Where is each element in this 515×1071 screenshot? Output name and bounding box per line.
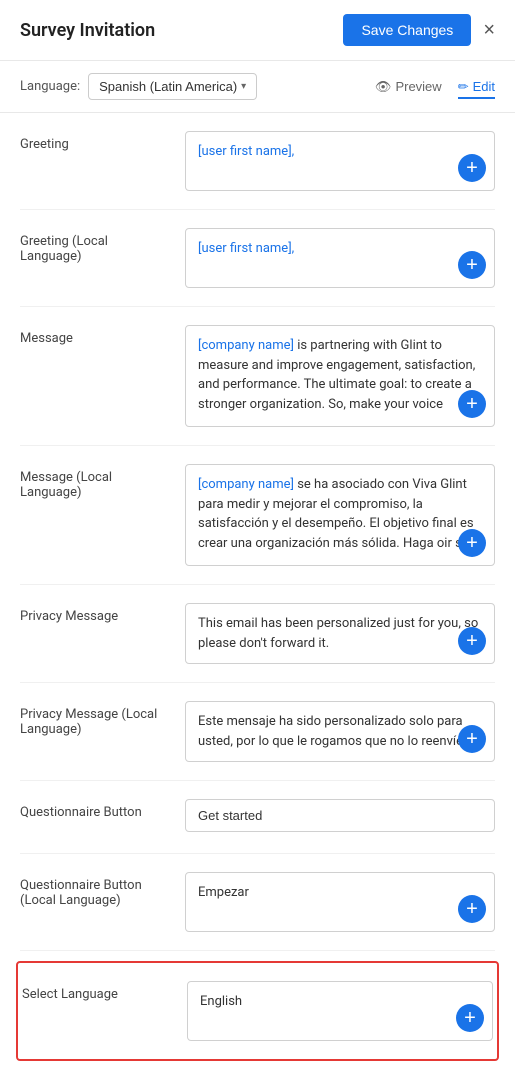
add-button[interactable]: + [458,725,486,753]
field-row: Privacy Message (Local Language) Este men… [20,683,495,781]
view-toggle: 👁 Preview ✏ Edit [375,75,495,99]
add-button[interactable]: + [458,627,486,655]
close-button[interactable]: × [483,20,495,40]
field-text: Este mensaje ha sido personalizado solo … [198,712,482,751]
header-actions: Save Changes × [343,14,495,46]
preview-label: Preview [395,79,441,94]
field-row: Greeting (Local Language) [user first nam… [20,210,495,307]
field-label: Select Language [22,981,167,1041]
token: [company name] [198,477,294,492]
edit-label: Edit [473,79,495,94]
field-row: Privacy Message This email has been perso… [20,585,495,683]
field-text: [company name] is partnering with Glint … [198,336,482,416]
field-row: Questionnaire Button (Local Language) Emp… [20,854,495,951]
page-title: Survey Invitation [20,20,155,41]
header: Survey Invitation Save Changes × [0,0,515,61]
token: [company name] [198,338,294,353]
field-text: Empezar [198,883,482,903]
language-label: Language: [20,79,80,94]
field-content: This email has been personalized just fo… [185,603,495,664]
field-row: Message (Local Language) [company name] s… [20,446,495,585]
field-row: Select Language English+ [16,961,499,1061]
add-button[interactable]: + [458,529,486,557]
field-text: [user first name], [198,239,482,259]
field-content: [company name] se ha asociado con Viva G… [185,464,495,566]
add-button[interactable]: + [458,251,486,279]
token: [user first name], [198,144,294,159]
field-label: Message (Local Language) [20,464,165,566]
field-content[interactable] [185,799,495,835]
field-text: This email has been personalized just fo… [198,614,482,653]
field-label: Greeting [20,131,165,191]
field-content: Empezar+ [185,872,495,932]
add-button[interactable]: + [458,895,486,923]
add-button[interactable]: + [456,1004,484,1032]
field-text: [user first name], [198,142,482,162]
token: [user first name], [198,241,294,256]
chevron-down-icon: ▾ [241,81,246,92]
field-row: Questionnaire Button [20,781,495,854]
field-content: [company name] is partnering with Glint … [185,325,495,427]
field-label: Message [20,325,165,427]
language-value: Spanish (Latin America) [99,79,237,94]
text-input[interactable] [185,799,495,832]
edit-button[interactable]: ✏ Edit [458,75,495,99]
language-section: Language: Spanish (Latin America) ▾ [20,73,257,100]
language-selector[interactable]: Spanish (Latin America) ▾ [88,73,257,100]
field-content: [user first name], + [185,131,495,191]
field-row: Greeting [user first name], + [20,113,495,210]
save-button[interactable]: Save Changes [343,14,471,46]
field-text: English [200,992,480,1012]
field-label: Privacy Message [20,603,165,664]
field-label: Questionnaire Button (Local Language) [20,872,165,932]
field-content: English+ [187,981,493,1041]
field-content: Este mensaje ha sido personalizado solo … [185,701,495,762]
toolbar: Language: Spanish (Latin America) ▾ 👁 Pr… [0,61,515,113]
field-label: Questionnaire Button [20,799,165,835]
field-row: Message [company name] is partnering with… [20,307,495,446]
preview-button[interactable]: 👁 Preview [375,75,442,99]
eye-icon: 👁 [375,79,392,95]
add-button[interactable]: + [458,390,486,418]
field-content: [user first name], + [185,228,495,288]
content: Greeting[user first name],+Greeting (Loc… [0,113,515,1061]
field-label: Privacy Message (Local Language) [20,701,165,762]
add-button[interactable]: + [458,154,486,182]
field-label: Greeting (Local Language) [20,228,165,288]
pencil-icon: ✏ [458,79,469,95]
field-text: [company name] se ha asociado con Viva G… [198,475,482,555]
